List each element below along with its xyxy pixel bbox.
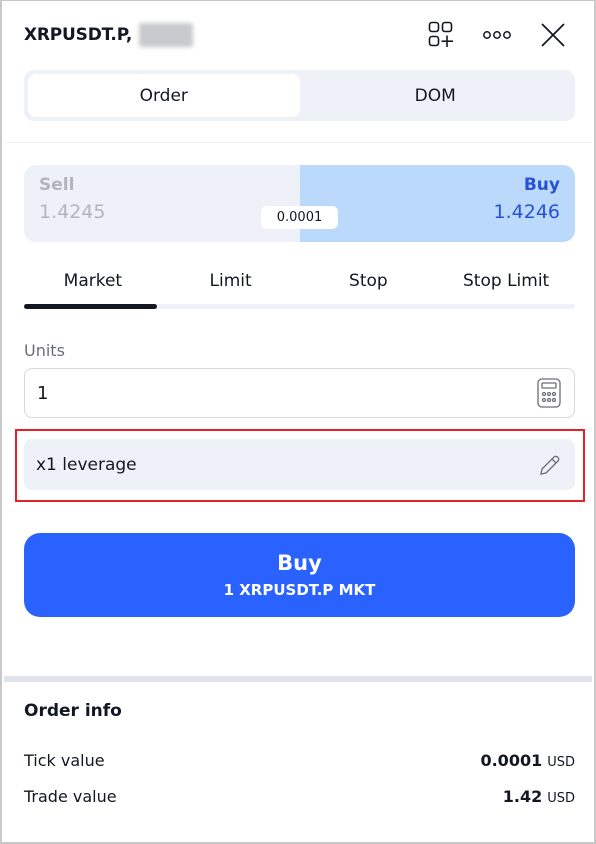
order-type-active-indicator	[24, 304, 157, 309]
panel-header: XRPUSDT.P,	[24, 15, 572, 55]
tick-value-currency: USD	[547, 755, 575, 770]
pencil-icon	[540, 455, 560, 475]
redacted-account-label	[139, 23, 194, 47]
buy-side-button[interactable]: Buy 1.4246	[300, 165, 575, 242]
edit-leverage-button[interactable]	[537, 452, 563, 478]
buy-price: 1.4246	[493, 201, 560, 223]
header-divider	[4, 142, 592, 143]
submit-buy-button[interactable]: Buy 1 XRPUSDT.P MKT	[24, 533, 575, 617]
more-button[interactable]	[478, 16, 516, 54]
leverage-field[interactable]: x1 leverage	[24, 439, 575, 490]
trade-value: 1.42	[502, 787, 543, 806]
sell-label: Sell	[39, 175, 75, 195]
order-info-title: Order info	[24, 701, 122, 721]
tick-value: 0.0001	[480, 751, 543, 770]
spread-badge: 0.0001	[261, 206, 338, 229]
order-panel: XRPUSDT.P, Order DOM Sell 1.4245 Buy 1.4…	[0, 0, 596, 844]
section-divider	[4, 676, 592, 682]
sell-button[interactable]: Sell 1.4245	[24, 165, 300, 242]
header-actions	[422, 16, 572, 54]
leverage-label: x1 leverage	[36, 454, 137, 475]
order-info-row: Trade value 1.42 USD	[24, 787, 575, 806]
tick-value-label: Tick value	[24, 751, 105, 770]
submit-subtitle: 1 XRPUSDT.P MKT	[223, 581, 376, 599]
close-icon	[541, 23, 565, 47]
units-input[interactable]	[37, 382, 536, 404]
units-field	[24, 368, 575, 418]
calculator-button[interactable]	[536, 378, 562, 408]
mode-tabs: Order DOM	[24, 70, 575, 121]
calculator-icon	[537, 378, 561, 408]
tab-order[interactable]: Order	[28, 74, 300, 117]
quote-selector: Sell 1.4245 Buy 1.4246	[24, 165, 575, 242]
close-button[interactable]	[534, 16, 572, 54]
buy-label: Buy	[523, 175, 560, 195]
trade-value-currency: USD	[547, 791, 575, 806]
symbol-title: XRPUSDT.P,	[24, 25, 133, 45]
units-label: Units	[24, 341, 65, 360]
tab-dom[interactable]: DOM	[300, 74, 572, 117]
add-widget-button[interactable]	[422, 16, 460, 54]
order-info-row: Tick value 0.0001 USD	[24, 751, 575, 770]
trade-value-label: Trade value	[24, 787, 117, 806]
submit-title: Buy	[277, 551, 322, 575]
more-icon	[483, 31, 511, 39]
add-widget-icon	[428, 21, 453, 47]
